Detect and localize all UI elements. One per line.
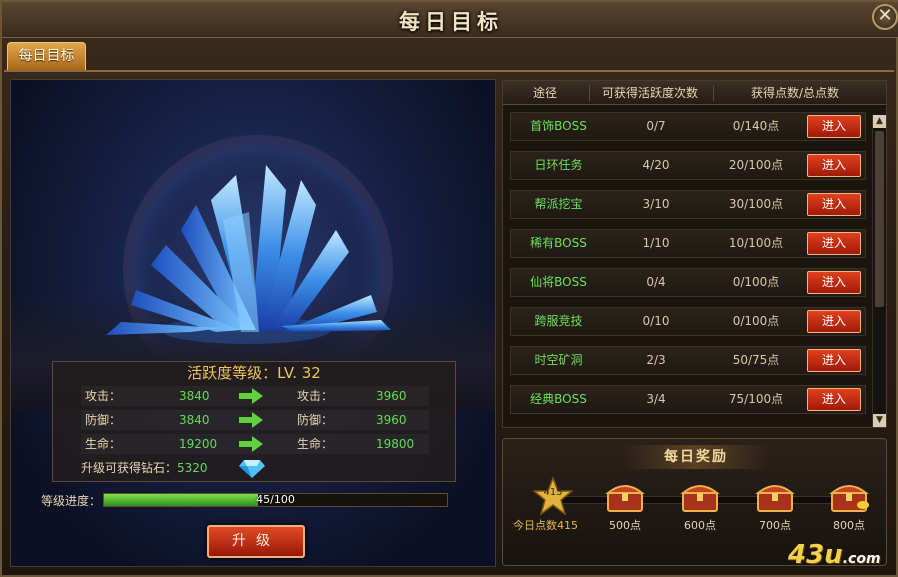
row-count: 4/20 — [642, 158, 670, 172]
enter-button[interactable]: 进入 — [807, 232, 861, 255]
enter-button[interactable]: 进入 — [807, 388, 861, 411]
scroll-down-icon[interactable]: ▼ — [873, 414, 886, 427]
table-row: 时空矿洞 2/3 50/75点 进入 — [510, 346, 866, 375]
scroll-thumb[interactable] — [875, 131, 884, 307]
row-count: 0/4 — [646, 275, 666, 289]
row-count: 0/10 — [642, 314, 670, 328]
today-points: 今日点数415 — [513, 519, 578, 532]
table-row: 稀有BOSS 1/10 10/100点 进入 — [510, 229, 866, 258]
row-count: 0/7 — [646, 119, 666, 133]
diamond-label: 升级可获得钻石： — [81, 461, 178, 475]
col-header-points: 获得点数/总点数 — [750, 86, 840, 100]
stat-next-label: 防御： — [297, 413, 334, 427]
title-bar: 每日目标 ✕ — [2, 2, 898, 38]
upgrade-button[interactable]: 升级 — [207, 525, 305, 558]
stat-label: 防御： — [85, 413, 122, 427]
stat-row-defense: 防御： 3840 防御： 3960 — [53, 410, 457, 430]
row-source: 时空矿洞 — [534, 353, 583, 367]
row-count: 1/10 — [642, 236, 670, 250]
row-count: 2/3 — [646, 353, 666, 367]
stat-label: 攻击： — [85, 389, 122, 403]
row-source: 帮派挖宝 — [534, 197, 583, 211]
daily-rewards-title: 每日奖励 — [621, 445, 771, 469]
chest-threshold: 700点 — [759, 519, 791, 532]
crystal-icon — [106, 165, 391, 344]
stat-label: 生命： — [85, 437, 122, 451]
stat-current: 19200 — [179, 437, 218, 451]
table-row: 日环任务 4/20 20/100点 进入 — [510, 151, 866, 180]
table-row: 跨服竞技 0/10 0/100点 进入 — [510, 307, 866, 336]
stat-row-attack: 攻击： 3840 攻击： 3960 — [53, 386, 457, 406]
diamond-value: 5320 — [177, 461, 208, 475]
row-points: 0/140点 — [732, 119, 780, 133]
col-header-source: 途径 — [532, 86, 557, 100]
enter-button[interactable]: 进入 — [807, 193, 861, 216]
enter-button[interactable]: 进入 — [807, 115, 861, 138]
tab-daily-goal[interactable]: 每日目标 — [7, 42, 86, 71]
stat-next-label: 生命： — [297, 437, 334, 451]
stat-current: 3840 — [179, 413, 210, 427]
table-row: 帮派挖宝 3/10 30/100点 进入 — [510, 190, 866, 219]
star-points: 415 — [543, 487, 563, 498]
window-title: 每日目标 — [399, 10, 503, 34]
stat-next-label: 攻击： — [297, 389, 334, 403]
crystal-stage: 活跃度等级：LV. 32 攻击： 3840 攻击： 3960 防御： 3840 … — [10, 79, 496, 567]
row-source: 稀有BOSS — [530, 236, 587, 250]
row-points: 10/100点 — [728, 236, 784, 250]
activity-level: 活跃度等级：LV. 32 — [187, 364, 321, 382]
row-points: 0/100点 — [732, 314, 780, 328]
stat-next: 3960 — [376, 389, 407, 403]
enter-button[interactable]: 进入 — [807, 154, 861, 177]
row-source: 日环任务 — [534, 158, 583, 172]
daily-goal-window: 每日目标 ✕ 每日目标 活跃度等级：LV. 32 攻击： 3840 攻击： 39… — [0, 0, 898, 577]
chest-threshold: 800点 — [833, 519, 865, 532]
arrow-right-icon — [239, 436, 263, 452]
row-source: 首饰BOSS — [530, 119, 587, 133]
site-watermark: 43u.com — [788, 540, 881, 570]
row-points: 30/100点 — [728, 197, 784, 211]
stat-current: 3840 — [179, 389, 210, 403]
tab-divider — [4, 70, 894, 72]
treasure-chest-icon[interactable] — [680, 479, 720, 513]
level-progress-text: 45/100 — [256, 493, 295, 506]
table-scrollbar[interactable]: ▲ ▼ — [872, 115, 886, 427]
enter-button[interactable]: 进入 — [807, 349, 861, 372]
chest-threshold: 500点 — [609, 519, 641, 532]
enter-button[interactable]: 进入 — [807, 310, 861, 333]
stat-next: 19800 — [376, 437, 415, 451]
table-header: 途径 可获得活跃度次数 获得点数/总点数 — [503, 81, 886, 105]
treasure-chest-icon[interactable] — [829, 479, 869, 513]
table-row: 首饰BOSS 0/7 0/140点 进入 — [510, 112, 866, 141]
row-source: 仙将BOSS — [530, 275, 587, 289]
row-points: 75/100点 — [728, 392, 784, 406]
arrow-right-icon — [239, 412, 263, 428]
row-source: 经典BOSS — [530, 392, 587, 406]
activity-table: 途径 可获得活跃度次数 获得点数/总点数 首饰BOSS 0/7 0/140点 进… — [502, 80, 887, 428]
row-source: 跨服竞技 — [534, 314, 583, 328]
stat-next: 3960 — [376, 413, 407, 427]
row-points: 0/100点 — [732, 275, 780, 289]
row-points: 20/100点 — [728, 158, 784, 172]
treasure-chest-icon[interactable] — [605, 479, 645, 513]
stat-row-hp: 生命： 19200 生命： 19800 — [53, 434, 457, 454]
row-points: 50/75点 — [732, 353, 780, 367]
col-header-count: 可获得活跃度次数 — [601, 86, 698, 100]
level-progress-label: 等级进度： — [41, 494, 102, 508]
diamond-icon — [239, 460, 265, 478]
stats-panel: 活跃度等级：LV. 32 攻击： 3840 攻击： 3960 防御： 3840 … — [52, 361, 456, 482]
close-icon[interactable]: ✕ — [872, 4, 898, 30]
enter-button[interactable]: 进入 — [807, 271, 861, 294]
treasure-chest-icon[interactable] — [755, 479, 795, 513]
arrow-right-icon — [239, 388, 263, 404]
diamond-reward: 升级可获得钻石：5320 — [81, 458, 208, 478]
table-row: 仙将BOSS 0/4 0/100点 进入 — [510, 268, 866, 297]
row-count: 3/10 — [642, 197, 670, 211]
scroll-up-icon[interactable]: ▲ — [873, 115, 886, 128]
row-count: 3/4 — [646, 392, 666, 406]
table-row: 经典BOSS 3/4 75/100点 进入 — [510, 385, 866, 414]
chest-threshold: 600点 — [684, 519, 716, 532]
